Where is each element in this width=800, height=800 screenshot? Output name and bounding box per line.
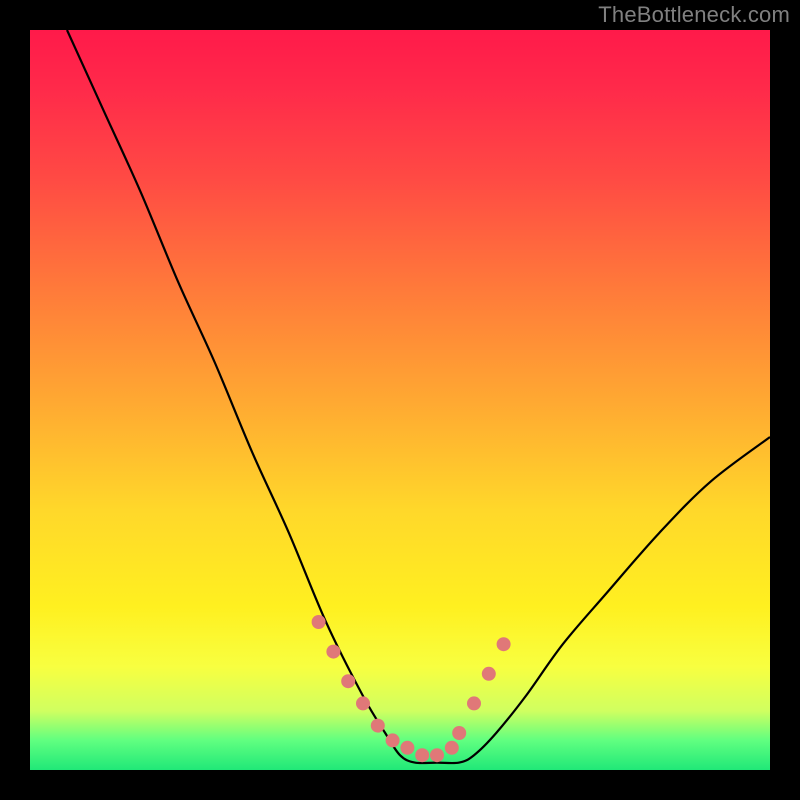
marker-dot [445, 741, 459, 755]
marker-dot [430, 748, 444, 762]
marker-dot [452, 726, 466, 740]
curve-svg [30, 30, 770, 770]
marker-dot [312, 615, 326, 629]
marker-dot [415, 748, 429, 762]
marker-cluster [312, 615, 511, 762]
chart-frame: TheBottleneck.com [0, 0, 800, 800]
bottleneck-curve [67, 30, 770, 763]
marker-dot [356, 696, 370, 710]
marker-dot [386, 733, 400, 747]
marker-dot [467, 696, 481, 710]
plot-area [30, 30, 770, 770]
watermark-text: TheBottleneck.com [598, 2, 790, 28]
marker-dot [497, 637, 511, 651]
marker-dot [371, 719, 385, 733]
marker-dot [341, 674, 355, 688]
marker-dot [482, 667, 496, 681]
marker-dot [326, 645, 340, 659]
marker-dot [400, 741, 414, 755]
